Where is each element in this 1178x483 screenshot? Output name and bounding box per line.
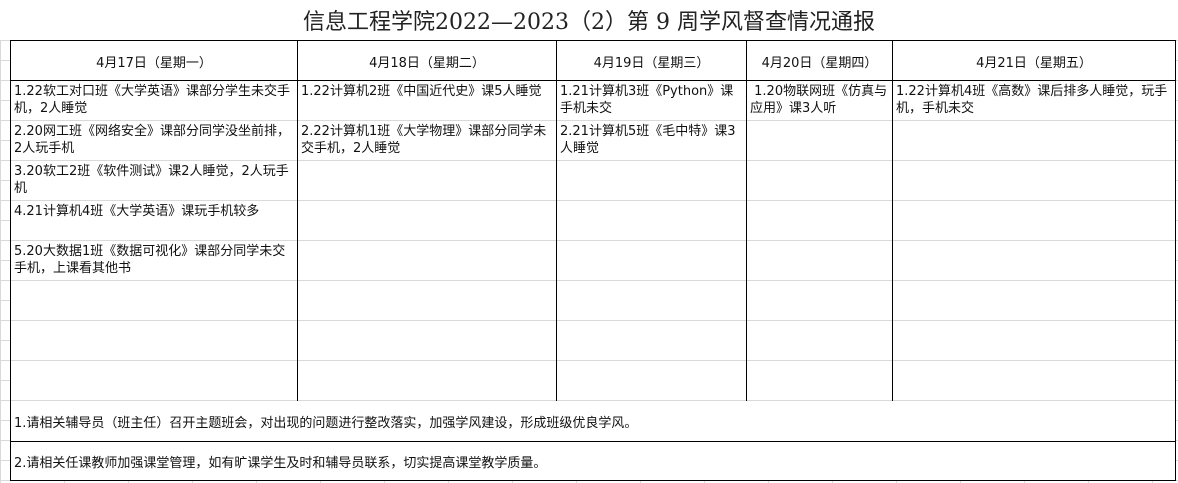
column-thursday: 1.20物联网班《仿真与应用》课3人听 [747,81,893,401]
column-wednesday: 1.21计算机3班《Python》课手机未交 2.21计算机5班《毛中特》课3人… [557,81,747,401]
report-table: 4月17日（星期一） 4月18日（星期二） 4月19日（星期三） 4月20日（星… [10,40,1176,481]
entry-cell[interactable]: 1.20物联网班《仿真与应用》课3人听 [747,81,892,121]
entry-cell[interactable]: 2.20网工班《网络安全》课部分同学没坐前排，2人玩手机 [11,121,297,161]
entry-cell[interactable]: 5.20大数据1班《数据可视化》课部分同学未交手机，上课看其他书 [11,241,297,281]
entry-cell[interactable]: 1.22计算机4班《高数》课后排多人睡觉，玩手机，手机未交 [893,81,1175,121]
report-body: 1.22软工对口班《大学英语》课部分学生未交手机，2人睡觉 2.20网工班《网络… [11,81,1175,401]
notes-section: 1.请相关辅导员（班主任）召开主题班会，对出现的问题进行整改落实，加强学风建设，… [11,401,1175,481]
header-thursday[interactable]: 4月20日（星期四） [747,41,893,81]
note-row[interactable]: 1.请相关辅导员（班主任）召开主题班会，对出现的问题进行整改落实，加强学风建设，… [11,401,1175,441]
header-wednesday[interactable]: 4月19日（星期三） [557,41,747,81]
column-tuesday: 1.22计算机2班《中国近代史》课5人睡觉 2.22计算机1班《大学物理》课部分… [298,81,557,401]
entry-cell[interactable]: 1.22软工对口班《大学英语》课部分学生未交手机，2人睡觉 [11,81,297,121]
report-title: 信息工程学院2022—2023（2）第 9 周学风督查情况通报 [0,0,1178,40]
entry-cell[interactable]: 3.20软工2班《软件测试》课2人睡觉，2人玩手机 [11,161,297,201]
entry-cell[interactable]: 2.22计算机1班《大学物理》课部分同学未交手机，2人睡觉 [298,121,556,161]
header-friday[interactable]: 4月21日（星期五） [893,41,1175,81]
header-monday[interactable]: 4月17日（星期一） [11,41,298,81]
entry-cell[interactable]: 1.21计算机3班《Python》课手机未交 [557,81,746,121]
entry-cell[interactable]: 1.22计算机2班《中国近代史》课5人睡觉 [298,81,556,121]
column-friday: 1.22计算机4班《高数》课后排多人睡觉，玩手机，手机未交 [893,81,1175,401]
header-tuesday[interactable]: 4月18日（星期二） [298,41,557,81]
column-headers: 4月17日（星期一） 4月18日（星期二） 4月19日（星期三） 4月20日（星… [11,41,1175,81]
note-row[interactable]: 2.请相关任课教师加强课堂管理，如有旷课学生及时和辅导员联系，切实提高课堂教学质… [11,441,1175,481]
entry-cell[interactable]: 4.21计算机4班《大学英语》课玩手机较多 [11,201,297,241]
column-monday: 1.22软工对口班《大学英语》课部分学生未交手机，2人睡觉 2.20网工班《网络… [11,81,298,401]
entry-cell[interactable]: 2.21计算机5班《毛中特》课3人睡觉 [557,121,746,161]
